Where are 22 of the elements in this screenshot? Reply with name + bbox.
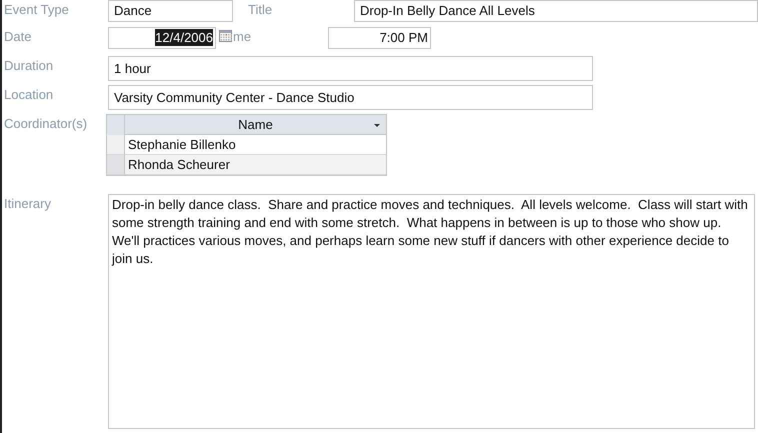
column-header[interactable]: Name (125, 115, 386, 135)
input-field[interactable]: 7:00 PM (328, 27, 431, 49)
field-label: me (233, 28, 252, 46)
field-label: Duration (3, 57, 54, 75)
input-field[interactable]: 1 hour (108, 56, 593, 81)
dropdown-arrow-icon[interactable] (374, 124, 380, 127)
field-label: Location (3, 86, 54, 104)
field-label: Title (248, 1, 274, 19)
field-label: Event Type (3, 1, 70, 19)
text-area[interactable]: Drop-in belly dance class. Share and practice moves and techniques. All levels welcome. Class will start with some strength training and end with some stretch. What happens in between is up to those who show up. We'll practices various moves, and perhaps learn some new stuff if dancers with other experience decide to join us. (108, 194, 755, 429)
field-label: Itinerary (3, 195, 52, 213)
field-label: Date (3, 28, 32, 46)
input-field[interactable]: Dance (108, 0, 233, 22)
input-field[interactable]: Varsity Community Center - Dance Studio (108, 85, 593, 110)
record-selector[interactable] (107, 135, 125, 155)
field-label: Coordinator(s) (3, 115, 88, 133)
calendar-icon[interactable] (219, 30, 232, 42)
record-selector[interactable] (107, 155, 125, 175)
input-field[interactable]: Drop-In Belly Dance All Levels (354, 0, 758, 22)
select-all-corner[interactable] (107, 115, 125, 135)
input-field[interactable]: 12/4/2006 (108, 27, 216, 49)
table-cell: Rhonda Scheurer (125, 155, 386, 175)
